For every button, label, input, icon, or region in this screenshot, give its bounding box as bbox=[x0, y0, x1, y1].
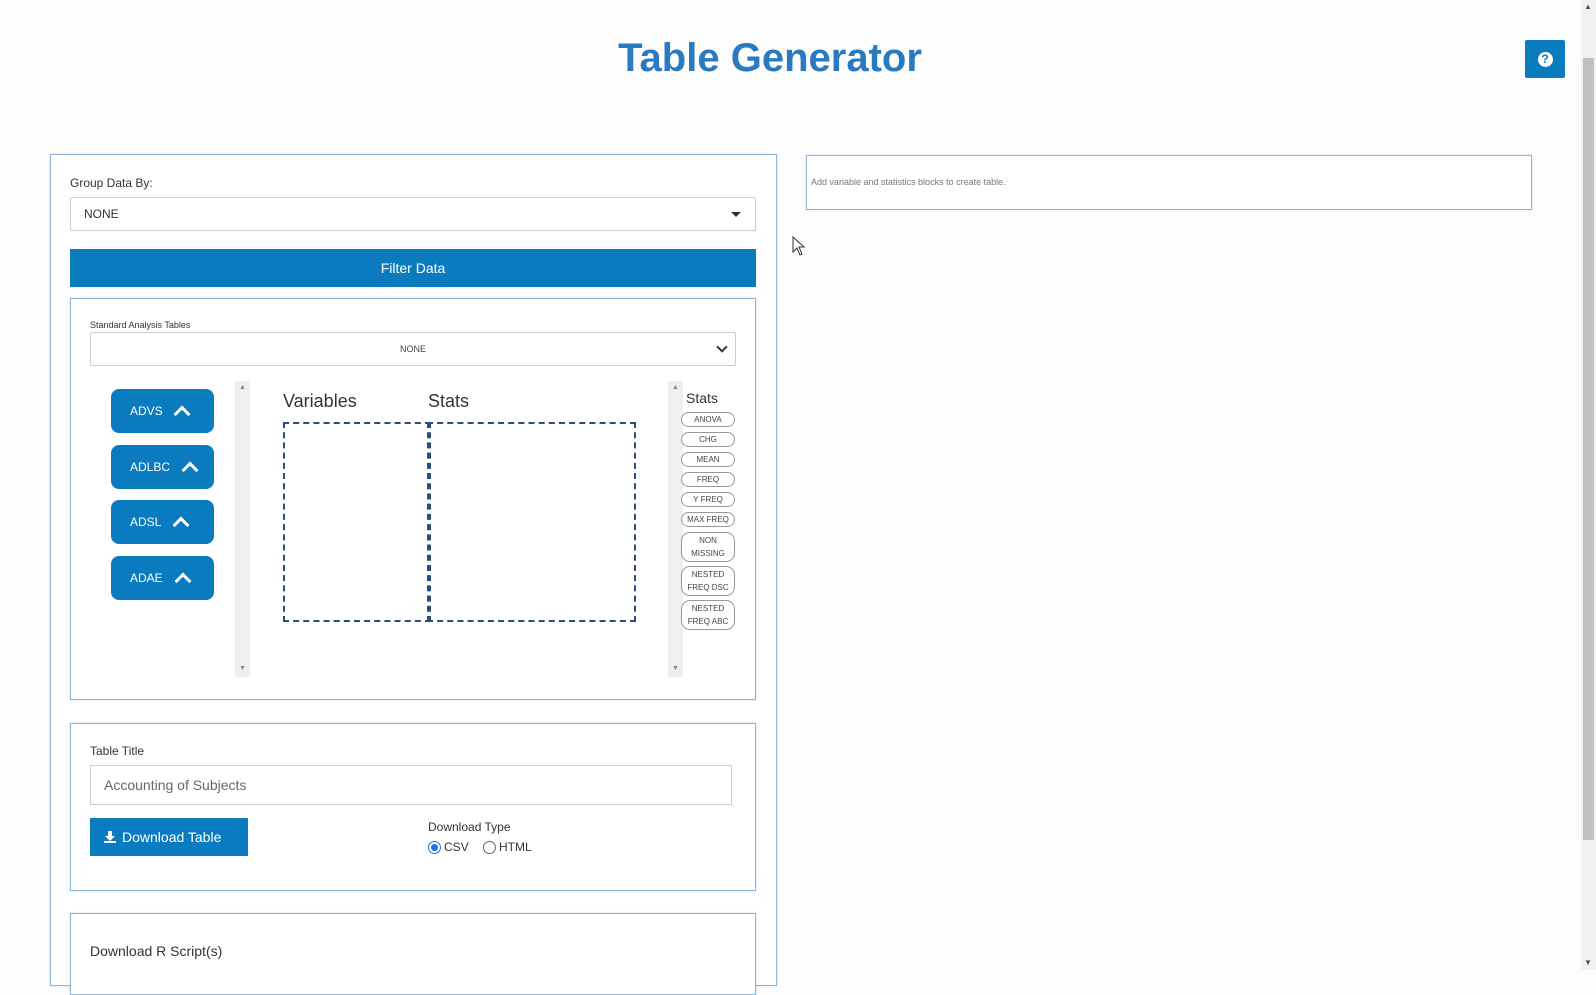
mouse-cursor-icon bbox=[792, 236, 806, 256]
chevron-up-icon bbox=[173, 405, 191, 423]
stat-block-mean[interactable]: MEAN bbox=[681, 452, 735, 467]
stats-header: Stats bbox=[428, 391, 470, 411]
chevron-up-icon bbox=[181, 461, 199, 479]
page-scrollbar[interactable]: ▲ ▼ bbox=[1581, 0, 1596, 970]
stat-block-chg[interactable]: CHG bbox=[681, 432, 735, 447]
stats-drop-zone[interactable] bbox=[427, 422, 636, 622]
dataset-label: ADSL bbox=[130, 515, 162, 529]
dataset-button-adlbc[interactable]: ADLBC bbox=[111, 445, 214, 489]
dataset-button-adae[interactable]: ADAE bbox=[111, 556, 214, 600]
download-icon bbox=[104, 831, 116, 843]
group-by-select[interactable]: NONE bbox=[70, 197, 756, 231]
stat-block-nested-freq-dsc[interactable]: NESTED FREQ DSC bbox=[681, 566, 735, 596]
scroll-down-arrow-icon[interactable]: ▼ bbox=[1584, 958, 1592, 967]
html-radio-label: HTML bbox=[499, 840, 532, 854]
chevron-up-icon bbox=[174, 572, 192, 590]
csv-radio-label: CSV bbox=[444, 840, 469, 854]
scroll-up-arrow-icon[interactable]: ▲ bbox=[1584, 2, 1592, 11]
variables-drop-zone[interactable] bbox=[283, 422, 431, 622]
stats-scrollbar[interactable]: ▲ ▼ bbox=[668, 381, 683, 677]
sat-label: Standard Analysis Tables bbox=[90, 320, 191, 330]
table-title-label: Table Title bbox=[90, 744, 145, 758]
dataset-label: ADLBC bbox=[130, 460, 171, 474]
html-radio[interactable] bbox=[483, 841, 496, 854]
sat-value: NONE bbox=[399, 344, 426, 354]
filter-data-button[interactable]: Filter Data bbox=[70, 249, 756, 287]
sat-select[interactable]: NONE bbox=[90, 332, 736, 366]
stat-block-anova[interactable]: ANOVA bbox=[681, 412, 735, 427]
blocks-scrollbar[interactable]: ▲ ▼ bbox=[235, 381, 250, 677]
page-title: Table Generator bbox=[618, 36, 922, 80]
caret-down-icon bbox=[731, 212, 741, 217]
stat-block-max-freq[interactable]: MAX FREQ bbox=[681, 512, 735, 527]
stat-block-non-missing[interactable]: NON MISSING bbox=[681, 532, 735, 562]
r-scripts-box: Download R Script(s) bbox=[70, 913, 756, 995]
stat-block-nested-freq-abc[interactable]: NESTED FREQ ABC bbox=[681, 600, 735, 630]
stat-block-y-freq[interactable]: Y FREQ bbox=[681, 492, 735, 507]
stats-panel-title: Stats bbox=[686, 390, 718, 406]
table-preview-panel: Add variable and statistics blocks to cr… bbox=[806, 155, 1532, 210]
scroll-up-arrow-icon[interactable]: ▲ bbox=[672, 384, 679, 391]
scrollbar-thumb[interactable] bbox=[1583, 58, 1594, 840]
preview-message: Add variable and statistics blocks to cr… bbox=[811, 177, 1006, 187]
table-title-input[interactable]: Accounting of Subjects bbox=[90, 765, 732, 805]
variables-header: Variables bbox=[283, 391, 357, 411]
dataset-button-adsl[interactable]: ADSL bbox=[111, 500, 214, 544]
scroll-down-arrow-icon[interactable]: ▼ bbox=[672, 665, 679, 672]
group-by-value: NONE bbox=[84, 207, 119, 221]
help-button[interactable]: ? bbox=[1525, 40, 1565, 78]
scroll-up-arrow-icon[interactable]: ▲ bbox=[239, 384, 246, 391]
dataset-button-advs[interactable]: ADVS bbox=[111, 389, 214, 433]
question-circle-icon: ? bbox=[1537, 51, 1553, 67]
table-builder-box: Standard Analysis Tables NONE ADVS ADLBC… bbox=[70, 298, 756, 700]
download-table-label: Download Table bbox=[122, 829, 222, 845]
controls-panel: Group Data By: NONE Filter Data Standard… bbox=[50, 154, 777, 995]
dataset-label: ADVS bbox=[130, 404, 163, 418]
csv-radio[interactable] bbox=[428, 841, 441, 854]
group-by-label: Group Data By: bbox=[70, 176, 153, 190]
download-table-button[interactable]: Download Table bbox=[90, 818, 248, 856]
r-scripts-label: Download R Script(s) bbox=[90, 943, 223, 959]
download-type-label: Download Type bbox=[428, 820, 511, 834]
table-output-box: Table Title Accounting of Subjects Downl… bbox=[70, 723, 756, 891]
dataset-label: ADAE bbox=[130, 571, 163, 585]
stat-block-freq[interactable]: FREQ bbox=[681, 472, 735, 487]
table-title-placeholder: Accounting of Subjects bbox=[104, 777, 247, 793]
chevron-up-icon bbox=[172, 516, 190, 534]
scroll-down-arrow-icon[interactable]: ▼ bbox=[239, 665, 246, 672]
